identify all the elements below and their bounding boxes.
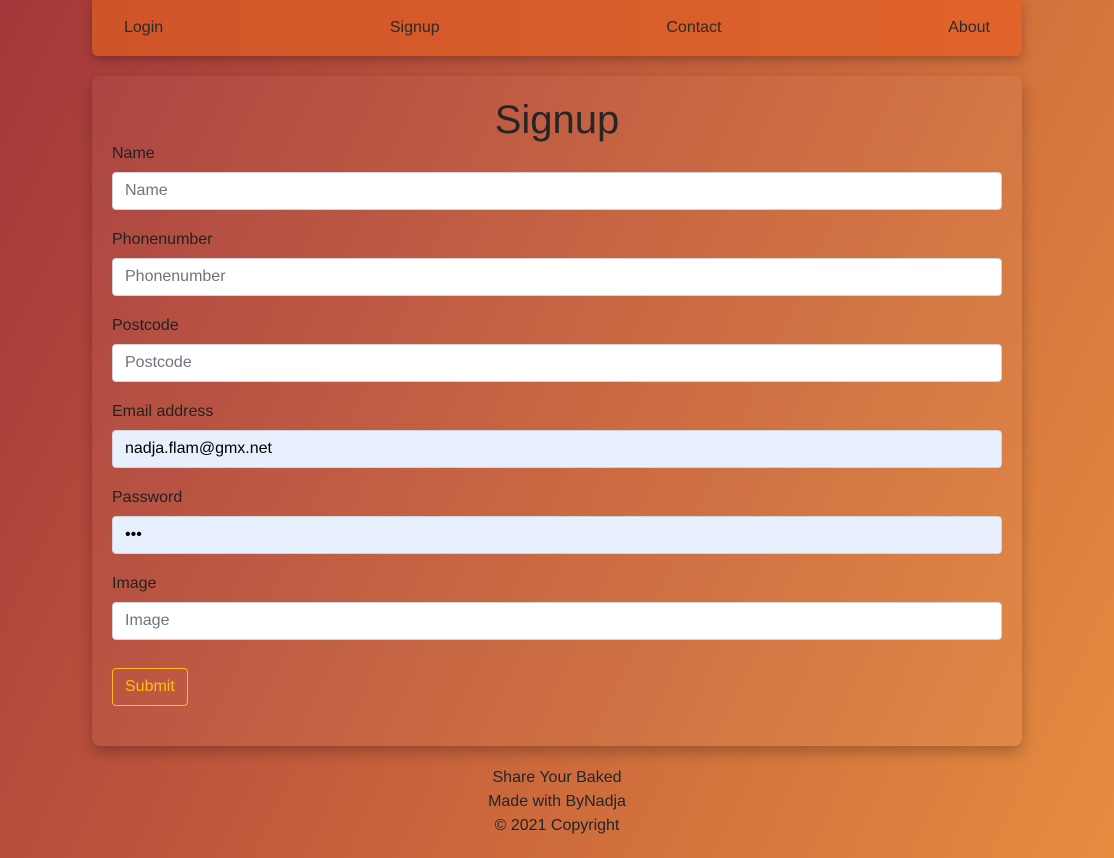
nav-link-about[interactable]: About	[948, 19, 990, 37]
phonenumber-label: Phonenumber	[112, 231, 213, 248]
image-field-group: Image	[112, 574, 1002, 640]
phonenumber-field-group: Phonenumber	[112, 230, 1002, 296]
footer-credit: Made with ByNadja	[488, 793, 626, 810]
phonenumber-input[interactable]	[112, 258, 1002, 296]
nav-link-login[interactable]: Login	[124, 19, 163, 37]
footer-tagline: Share Your Baked	[492, 769, 622, 786]
password-field-group: Password	[112, 488, 1002, 554]
image-input[interactable]	[112, 602, 1002, 640]
postcode-input[interactable]	[112, 344, 1002, 382]
name-field-group: Name	[112, 144, 1002, 210]
nav-link-contact[interactable]: Contact	[666, 19, 721, 37]
name-input[interactable]	[112, 172, 1002, 210]
postcode-field-group: Postcode	[112, 316, 1002, 382]
email-field-group: Email address	[112, 402, 1002, 468]
postcode-label: Postcode	[112, 317, 179, 334]
name-label: Name	[112, 145, 155, 162]
top-navbar: Login Signup Contact About	[92, 0, 1022, 56]
email-input[interactable]	[112, 430, 1002, 468]
footer-copyright: © 2021 Copyright	[494, 817, 620, 834]
submit-button[interactable]: Submit	[112, 668, 188, 706]
image-label: Image	[112, 575, 157, 592]
nav-link-signup[interactable]: Signup	[390, 19, 440, 37]
page-footer: Share Your Baked Made with ByNadja © 202…	[0, 766, 1114, 838]
password-input[interactable]	[112, 516, 1002, 554]
email-label: Email address	[112, 403, 214, 420]
page-title: Signup	[494, 98, 620, 142]
signup-card: Signup Name Phonenumber Postcode Email a…	[92, 76, 1022, 746]
password-label: Password	[112, 489, 183, 506]
